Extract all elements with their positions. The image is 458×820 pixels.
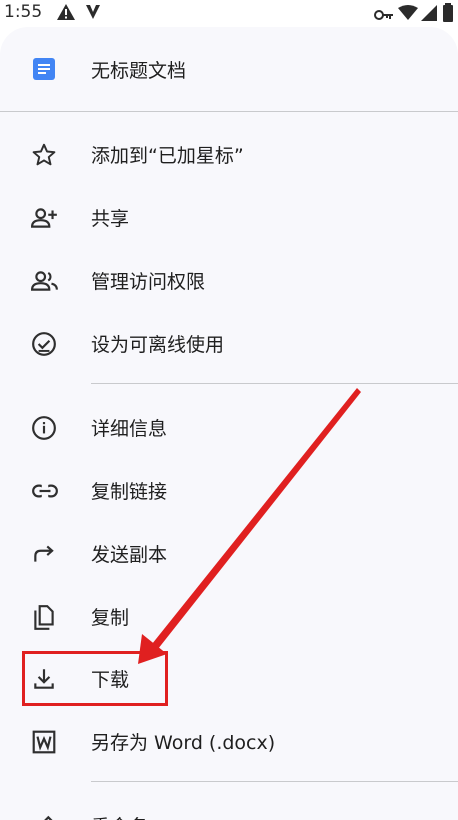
menu-item-save-as-word[interactable]: 另存为 Word (.docx) bbox=[0, 710, 458, 772]
menu-item-rename[interactable]: 重命名 bbox=[0, 794, 458, 820]
menu-item-add-star[interactable]: 添加到“已加星标” bbox=[0, 123, 458, 185]
highlight-box bbox=[22, 651, 168, 706]
star-icon bbox=[31, 142, 57, 168]
divider bbox=[0, 111, 458, 112]
info-icon bbox=[31, 415, 57, 441]
menu-item-manage-access[interactable]: 管理访问权限 bbox=[0, 249, 458, 311]
wifi-icon bbox=[398, 5, 418, 25]
offline-check-icon bbox=[31, 331, 57, 357]
signal-icon bbox=[420, 4, 438, 26]
file-copy-icon bbox=[31, 604, 57, 630]
menu-item-copy-link[interactable]: 复制链接 bbox=[0, 459, 458, 521]
menu-item-label: 发送副本 bbox=[91, 544, 168, 566]
document-title: 无标题文档 bbox=[91, 60, 187, 82]
document-header: 无标题文档 bbox=[0, 27, 458, 111]
vpn-key-icon bbox=[374, 6, 394, 25]
menu-item-send-copy[interactable]: 发送副本 bbox=[0, 522, 458, 584]
menu-item-label: 另存为 Word (.docx) bbox=[91, 732, 276, 754]
menu-item-label: 设为可离线使用 bbox=[91, 334, 225, 356]
edit-pencil-icon bbox=[31, 813, 57, 820]
menu-item-details[interactable]: 详细信息 bbox=[0, 396, 458, 458]
menu-item-label: 复制链接 bbox=[91, 481, 168, 503]
document-actions-sheet: 无标题文档 添加到“已加星标” 共享 管理访问权限 设为可离线使用 详细信息 复… bbox=[0, 27, 458, 820]
status-time: 1:55 bbox=[4, 2, 43, 22]
menu-item-label: 共享 bbox=[91, 208, 130, 230]
link-icon bbox=[31, 478, 58, 504]
menu-item-label: 添加到“已加星标” bbox=[91, 145, 244, 167]
v-notification-icon bbox=[84, 3, 102, 25]
divider bbox=[91, 383, 458, 384]
status-bar: 1:55 bbox=[0, 0, 458, 26]
warning-icon bbox=[56, 3, 76, 25]
battery-icon bbox=[442, 3, 454, 27]
google-docs-icon bbox=[32, 57, 56, 81]
menu-item-label: 管理访问权限 bbox=[91, 271, 206, 293]
menu-item-make-copy[interactable]: 复制 bbox=[0, 585, 458, 647]
people-icon bbox=[30, 268, 58, 294]
menu-item-label: 详细信息 bbox=[91, 418, 168, 440]
add-person-icon bbox=[30, 205, 57, 231]
menu-item-label: 重命名 bbox=[91, 812, 148, 820]
word-doc-icon bbox=[31, 729, 57, 755]
menu-item-share[interactable]: 共享 bbox=[0, 186, 458, 248]
menu-item-label: 复制 bbox=[91, 607, 130, 629]
menu-item-make-offline[interactable]: 设为可离线使用 bbox=[0, 312, 458, 374]
divider bbox=[91, 781, 458, 782]
forward-arrow-icon bbox=[31, 541, 57, 567]
